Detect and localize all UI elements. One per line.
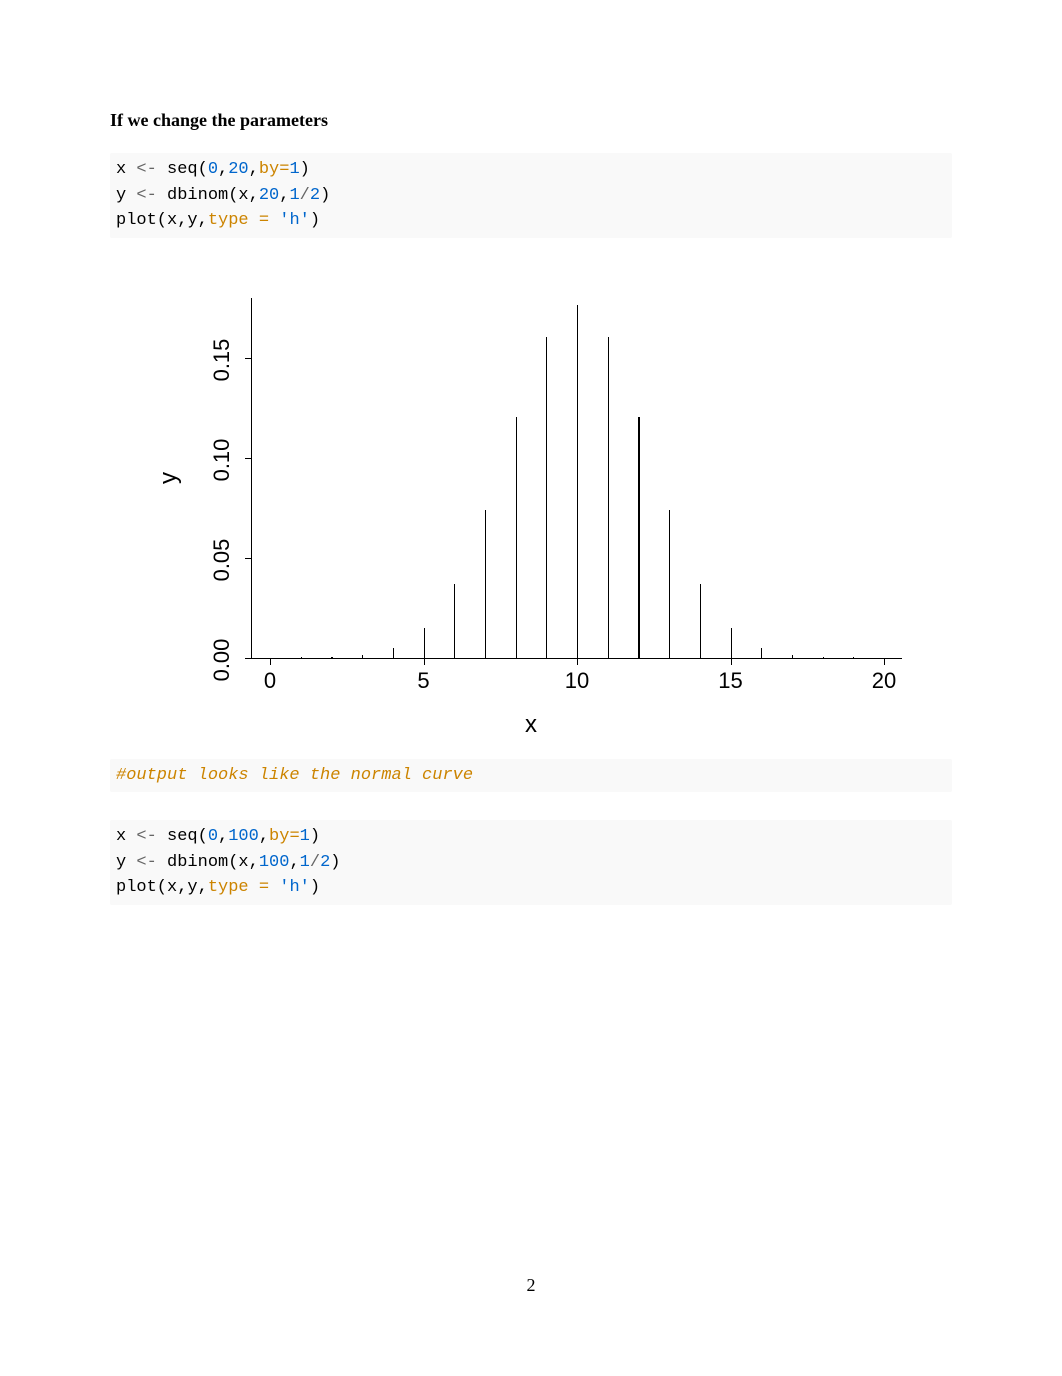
chart-bar (761, 648, 762, 657)
code-comment: #output looks like the normal curve (116, 766, 473, 785)
code-operator: / (300, 186, 310, 205)
code-string: 'h' (279, 211, 310, 230)
code-text: dbinom(x, (157, 853, 259, 872)
code-number: 100 (259, 853, 290, 872)
chart-bar (362, 655, 363, 657)
code-text: plot(x,y, (116, 878, 208, 897)
code-number: 2 (320, 853, 330, 872)
code-block-1: x <- seq(0,20,by=1) y <- dbinom(x,20,1/2… (110, 153, 952, 238)
code-operator: <- (136, 853, 156, 872)
x-tick-label: 10 (565, 668, 589, 694)
code-number: 1 (289, 186, 299, 205)
code-operator: <- (136, 827, 156, 846)
document-page: If we change the parameters x <- seq(0,2… (0, 0, 1062, 905)
x-tick (884, 658, 885, 665)
code-text: y (116, 853, 136, 872)
y-tick-label: 0.05 (209, 530, 235, 590)
y-tick (245, 658, 252, 659)
code-text: seq( (157, 827, 208, 846)
code-text: ) (310, 827, 320, 846)
x-tick (424, 658, 425, 665)
y-tick-label: 0.15 (209, 330, 235, 390)
code-text: ) (320, 186, 330, 205)
chart-bar (669, 510, 670, 658)
y-axis-label: y (155, 472, 183, 484)
y-tick-label: 0.10 (209, 430, 235, 490)
code-number: 1 (300, 827, 310, 846)
y-tick-label: 0.00 (209, 630, 235, 690)
chart-bar (546, 337, 547, 657)
chart-bar (608, 337, 609, 657)
code-text: , (279, 186, 289, 205)
code-text: , (259, 827, 269, 846)
code-number: 1 (300, 853, 310, 872)
code-operator: <- (136, 160, 156, 179)
plot-area: 0.000.050.100.1505101520 (251, 298, 902, 659)
code-text: , (249, 160, 259, 179)
x-tick-label: 20 (872, 668, 896, 694)
code-number: 20 (259, 186, 279, 205)
code-text: , (218, 827, 228, 846)
code-text: ) (330, 853, 340, 872)
code-number: 0 (208, 160, 218, 179)
y-tick (245, 558, 252, 559)
chart: y 0.000.050.100.1505101520 x (161, 298, 901, 659)
chart-bar (700, 584, 701, 658)
chart-bar (638, 417, 639, 657)
code-text (269, 211, 279, 230)
code-operator: <- (136, 186, 156, 205)
code-argname: type = (208, 878, 269, 897)
chart-bar (454, 584, 455, 658)
code-text: x (116, 160, 136, 179)
chart-bar (792, 655, 793, 657)
code-text: , (218, 160, 228, 179)
code-number: 0 (208, 827, 218, 846)
x-tick-label: 15 (718, 668, 742, 694)
x-tick (731, 658, 732, 665)
code-text: ) (310, 211, 320, 230)
chart-bar (424, 628, 425, 658)
code-number: 1 (289, 160, 299, 179)
code-argname: by= (269, 827, 300, 846)
code-argname: type = (208, 211, 269, 230)
code-text: ) (300, 160, 310, 179)
code-text: , (289, 853, 299, 872)
code-operator: / (310, 853, 320, 872)
chart-bar (731, 628, 732, 658)
code-number: 20 (228, 160, 248, 179)
code-text: seq( (157, 160, 208, 179)
x-tick-label: 5 (417, 668, 429, 694)
y-tick (245, 358, 252, 359)
code-text: x (116, 827, 136, 846)
code-text: y (116, 186, 136, 205)
chart-bar (577, 305, 578, 657)
code-argname: by= (259, 160, 290, 179)
chart-bar (516, 417, 517, 657)
code-text: plot(x,y, (116, 211, 208, 230)
x-axis-label: x (525, 711, 537, 739)
code-number: 100 (228, 827, 259, 846)
code-text: dbinom(x, (157, 186, 259, 205)
y-tick (245, 458, 252, 459)
page-number: 2 (0, 1275, 1062, 1296)
code-text: ) (310, 878, 320, 897)
chart-bar (485, 510, 486, 658)
x-tick (577, 658, 578, 665)
x-tick-label: 0 (264, 668, 276, 694)
code-block-2: x <- seq(0,100,by=1) y <- dbinom(x,100,1… (110, 820, 952, 905)
section-heading: If we change the parameters (110, 110, 952, 131)
code-string: 'h' (279, 878, 310, 897)
code-text (269, 878, 279, 897)
code-number: 2 (310, 186, 320, 205)
chart-bar (393, 648, 394, 657)
x-tick (270, 658, 271, 665)
code-comment-block: #output looks like the normal curve (110, 759, 952, 793)
